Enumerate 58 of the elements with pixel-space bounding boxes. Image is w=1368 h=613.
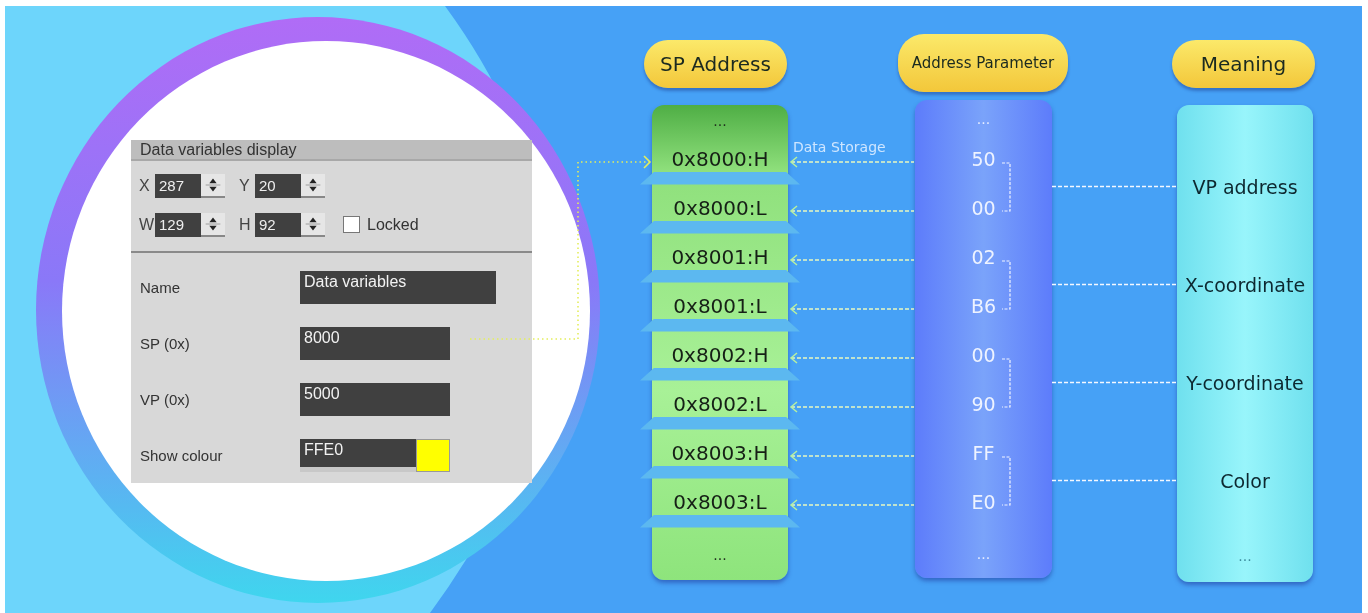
property-label: Name <box>140 278 181 296</box>
address-label: 0x8001:H <box>671 245 769 269</box>
address-label: 0x8003:L <box>673 490 767 514</box>
ellipsis-text: ... <box>976 545 991 562</box>
ellipsis-text: ... <box>976 110 991 127</box>
parameter-value: E0 <box>971 491 996 513</box>
meaning-label: X-coordinate <box>1184 273 1306 296</box>
ellipsis-text: ... <box>713 113 727 130</box>
panel-title: Data variables display <box>131 140 532 161</box>
property-label: SP (0x) <box>140 334 191 352</box>
parameter-value: 00 <box>971 197 996 219</box>
parameter-value: 50 <box>971 148 996 170</box>
field-label: X <box>139 176 151 195</box>
checkbox-label: Locked <box>367 215 419 234</box>
property-label: VP (0x) <box>140 390 191 408</box>
address-label: 0x8000:L <box>673 196 767 220</box>
property-label: Show colour <box>140 446 224 464</box>
text-field[interactable]: Data variables <box>300 270 496 304</box>
spin-button[interactable] <box>201 173 225 198</box>
field-label: Y <box>239 176 251 195</box>
parameter-value: B6 <box>970 295 997 317</box>
number-field[interactable]: 92 <box>255 212 301 237</box>
bracket-line <box>1001 358 1011 408</box>
checkbox[interactable] <box>343 216 360 233</box>
meaning-label: VP address <box>1192 175 1298 198</box>
field-label: H <box>239 215 252 234</box>
spin-button[interactable] <box>301 212 325 237</box>
number-field[interactable]: 287 <box>155 173 201 198</box>
bracket-line <box>1001 260 1011 310</box>
column-header: Address Parameter <box>898 34 1068 92</box>
link-label: Data Storage <box>793 139 886 155</box>
bracket-line <box>1001 162 1011 212</box>
address-label: 0x8002:H <box>671 343 769 367</box>
column-header: Meaning <box>1172 40 1315 88</box>
address-label: 0x8000:H <box>671 147 769 171</box>
text-field[interactable]: 8000 <box>300 326 450 360</box>
address-label: 0x8003:H <box>671 441 769 465</box>
color-field[interactable]: FFE0 <box>300 438 450 472</box>
parameter-value: 02 <box>971 246 996 268</box>
ellipsis-text: ... <box>713 546 727 563</box>
text-field[interactable]: 5000 <box>300 382 450 416</box>
parameter-value: FF <box>972 442 995 464</box>
parameter-value: 90 <box>971 393 996 415</box>
number-field[interactable]: 129 <box>155 212 201 237</box>
column-header: SP Address <box>644 40 787 88</box>
number-field[interactable]: 20 <box>255 173 301 198</box>
color-swatch[interactable] <box>416 438 450 472</box>
spin-button[interactable] <box>301 173 325 198</box>
ellipsis-text: ... <box>1238 547 1252 564</box>
parameter-value: 00 <box>971 344 996 366</box>
address-label: 0x8002:L <box>673 392 767 416</box>
spin-button[interactable] <box>201 212 225 237</box>
address-label: 0x8001:L <box>673 294 767 318</box>
color-value: FFE0 <box>304 440 344 460</box>
bracket-line <box>1001 456 1011 506</box>
meaning-label: Color <box>1220 469 1270 492</box>
meaning-label: Y-coordinate <box>1186 371 1304 394</box>
field-label: W <box>139 215 155 234</box>
